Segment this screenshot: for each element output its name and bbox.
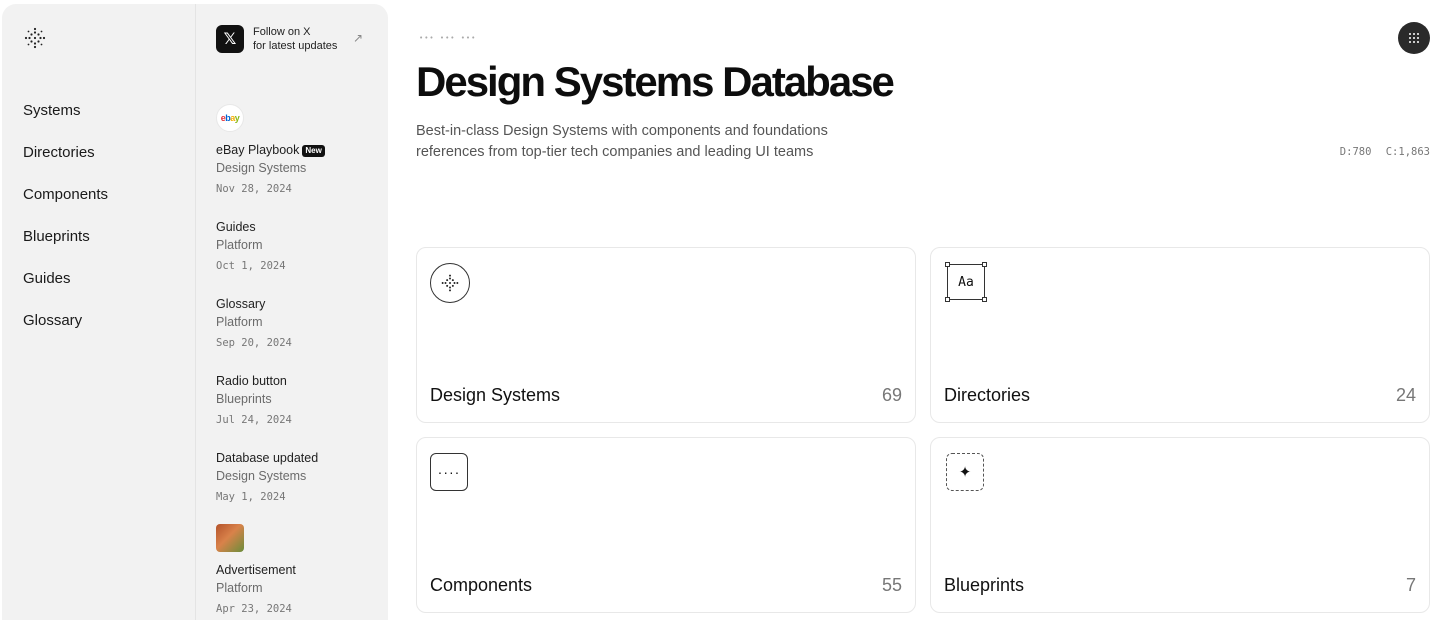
feed-item-category: Design Systems (216, 469, 307, 483)
x-logo-icon: 𝕏 (216, 25, 244, 53)
feed-item[interactable]: Radio button Blueprints Jul 24, 2024 (216, 372, 386, 429)
follow-text: Follow on X for latest updates (253, 25, 337, 53)
feed-item-title: Guides (216, 220, 256, 234)
nav-item-glossary[interactable]: Glossary (23, 311, 108, 353)
card-count: 7 (1405, 575, 1416, 595)
feed-item[interactable]: Advertisement Platform Apr 23, 2024 (216, 524, 386, 618)
external-arrow-icon: ↗ (353, 31, 364, 45)
new-badge: New (302, 145, 325, 157)
sidebar-divider (195, 4, 196, 620)
card-components[interactable]: ···· Components 55 (416, 437, 916, 613)
feed-item-title: eBay Playbook New (216, 141, 386, 159)
card-count: 69 (881, 385, 902, 405)
feed-item-date: Nov 28, 2024 (216, 183, 292, 195)
feed-item-title: Database updated (216, 451, 319, 465)
database-stats: D:780 C:1,863 (1340, 146, 1430, 158)
star-icon: ✦ (946, 453, 984, 491)
nav-item-blueprints[interactable]: Blueprints (23, 227, 108, 269)
card-count: 55 (881, 575, 902, 595)
follow-line2: for latest updates (253, 40, 338, 52)
feed-item[interactable]: ebay eBay Playbook New Design Systems Nov… (216, 104, 386, 198)
typography-icon: Aa (945, 262, 987, 302)
stat-components: C:1,863 (1385, 146, 1430, 158)
ebay-logo-icon: ebay (216, 104, 244, 132)
card-label: Design Systems (430, 385, 561, 405)
card-design-systems[interactable]: Design Systems 69 (416, 247, 916, 423)
dots-icon: ···· (430, 453, 468, 491)
card-label: Directories (944, 385, 1031, 405)
page-subtitle: Best-in-class Design Systems with compon… (416, 123, 828, 160)
feed-item-date: May 1, 2024 (216, 491, 286, 503)
follow-line1: Follow on X (253, 26, 311, 38)
breadcrumb: ••• ••• ••• (419, 34, 477, 42)
feed-item[interactable]: Guides Platform Oct 1, 2024 (216, 218, 386, 275)
card-label: Blueprints (944, 575, 1025, 595)
sparkle-dots-icon (430, 263, 470, 303)
nav-item-guides[interactable]: Guides (23, 269, 108, 311)
feed-item-category: Blueprints (216, 392, 272, 406)
stat-designs: D:780 (1339, 146, 1372, 158)
feed-item-category: Platform (216, 315, 263, 329)
card-label: Components (430, 575, 533, 595)
feed-item-date: Sep 20, 2024 (216, 337, 292, 349)
feed-item-date: Jul 24, 2024 (216, 414, 292, 426)
sidebar: Systems Directories Components Blueprint… (2, 4, 388, 620)
grid-menu-button[interactable] (1398, 22, 1430, 54)
feed-item[interactable]: Glossary Platform Sep 20, 2024 (216, 295, 386, 352)
feed-item-title: Advertisement (216, 563, 296, 577)
follow-on-x-link[interactable]: 𝕏 Follow on X for latest updates ↗ (216, 24, 386, 54)
main-nav: Systems Directories Components Blueprint… (23, 101, 108, 353)
feed-item-category: Platform (216, 238, 263, 252)
logo-icon[interactable] (24, 27, 46, 49)
page-title: Design Systems Database (416, 58, 895, 105)
feed-item-date: Oct 1, 2024 (216, 260, 286, 272)
feed-item-category: Platform (216, 581, 263, 595)
card-directories[interactable]: Aa Directories 24 (930, 247, 1430, 423)
nav-item-components[interactable]: Components (23, 185, 108, 227)
feed-item-date: Apr 23, 2024 (216, 603, 292, 615)
advertisement-thumbnail (216, 524, 244, 552)
nav-item-directories[interactable]: Directories (23, 143, 108, 185)
card-count: 24 (1395, 385, 1416, 405)
feed-item-category: Design Systems (216, 161, 307, 175)
feed-item[interactable]: Database updated Design Systems May 1, 2… (216, 449, 386, 506)
feed-item-title: Glossary (216, 297, 266, 311)
updates-feed: 𝕏 Follow on X for latest updates ↗ ebay … (216, 24, 386, 615)
card-blueprints[interactable]: ✦ Blueprints 7 (930, 437, 1430, 613)
grid-icon (1409, 33, 1419, 43)
feed-item-title: Radio button (216, 374, 287, 388)
nav-item-systems[interactable]: Systems (23, 101, 108, 143)
